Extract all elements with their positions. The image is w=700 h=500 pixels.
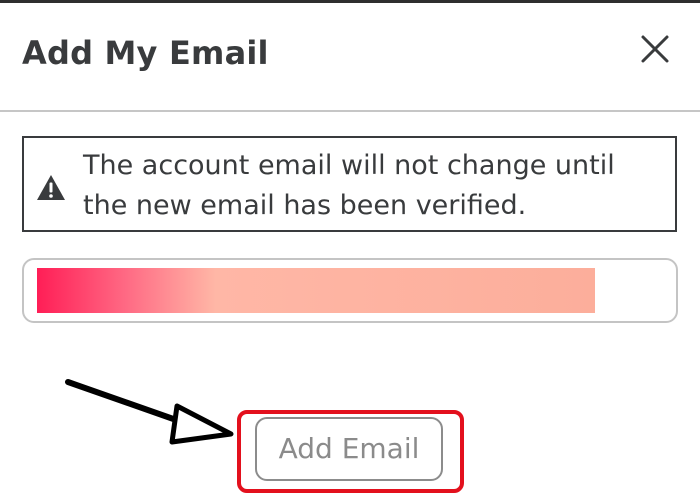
warning-icon <box>37 175 65 200</box>
background-page-text <box>492 0 682 3</box>
redacted-email-value <box>37 268 595 313</box>
header-divider <box>0 110 700 112</box>
screenshot-canvas: Add My Email The account email will not … <box>0 0 700 500</box>
email-input[interactable] <box>22 258 678 323</box>
close-button[interactable] <box>636 30 674 68</box>
close-icon <box>641 35 669 63</box>
add-email-button[interactable]: Add Email <box>255 417 443 481</box>
warning-banner: The account email will not change until … <box>22 136 677 232</box>
dialog-title: Add My Email <box>22 34 269 72</box>
warning-message: The account email will not change until … <box>83 150 615 221</box>
